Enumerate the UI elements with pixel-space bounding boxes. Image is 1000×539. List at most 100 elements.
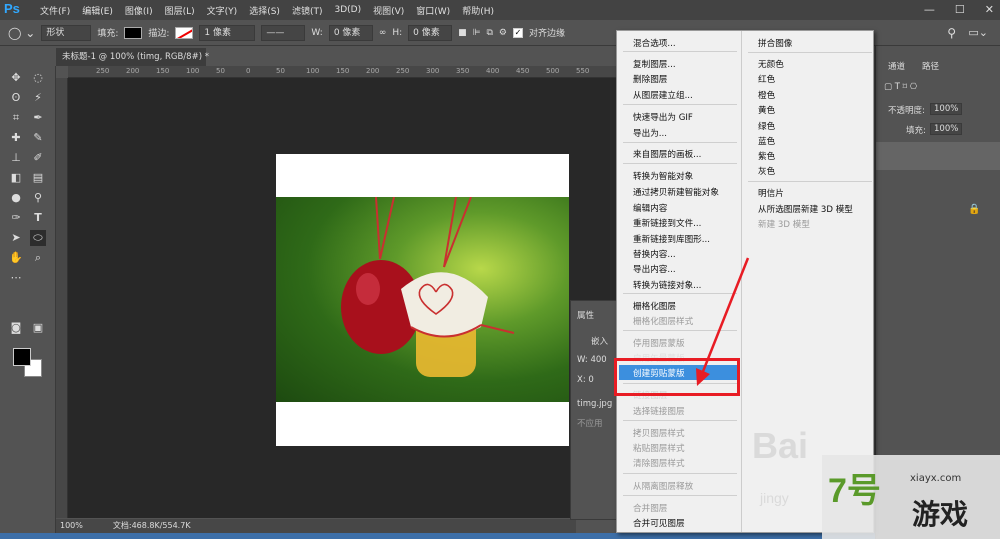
menu-item-color-violet[interactable]: 紫色 (758, 150, 775, 162)
document-canvas[interactable] (276, 154, 569, 446)
foreground-color-swatch[interactable] (13, 348, 31, 366)
menu-item-rasterize-layer[interactable]: 栅格化图层 (633, 300, 676, 312)
opacity-input[interactable]: 100% (930, 103, 963, 115)
blur-tool-icon[interactable]: ● (8, 190, 24, 206)
stroke-type-select[interactable]: —— (261, 24, 306, 41)
x-field[interactable]: X: 0 (577, 375, 594, 385)
menu-window[interactable]: 窗口(W) (410, 4, 456, 17)
gradient-tool-icon[interactable]: ▤ (30, 170, 46, 186)
menu-item-color-blue[interactable]: 蓝色 (758, 135, 775, 147)
history-brush-icon[interactable]: ✐ (30, 150, 46, 166)
healing-brush-icon[interactable]: ✚ (8, 130, 24, 146)
close-icon[interactable]: ✕ (985, 3, 994, 16)
height-input[interactable]: 0 像素 (408, 24, 453, 41)
maximize-icon[interactable]: ☐ (955, 3, 965, 16)
menu-item-postcard[interactable]: 明信片 (758, 187, 784, 199)
menu-help[interactable]: 帮助(H) (456, 4, 500, 17)
hand-tool-icon[interactable]: ✋ (8, 250, 24, 266)
quick-mask-icon[interactable]: ◙ (8, 320, 24, 336)
ellipse-tool-icon[interactable]: ⬭ (30, 230, 46, 246)
menu-item-select-linked: 选择链接图层 (633, 407, 685, 417)
path-alignment-icon[interactable]: ⊫ (473, 28, 481, 38)
path-operations-icon[interactable]: ■ (458, 28, 467, 38)
menu-item-convert-smart-object[interactable]: 转换为智能对象 (633, 170, 693, 182)
menu-file[interactable]: 文件(F) (34, 4, 76, 17)
menu-item-delete-layer[interactable]: 删除图层 (633, 73, 667, 85)
ruler-tick-label: 350 (456, 67, 470, 75)
menu-item-export-contents[interactable]: 导出内容... (633, 263, 676, 275)
path-select-icon[interactable]: ➤ (8, 230, 24, 246)
clone-stamp-icon[interactable]: ⊥ (8, 150, 24, 166)
eraser-tool-icon[interactable]: ◧ (8, 170, 24, 186)
menu-separator (623, 473, 737, 474)
menu-item-edit-contents[interactable]: 编辑内容 (633, 202, 667, 214)
menu-item-copy-style: 拷贝图层样式 (633, 429, 685, 439)
selected-layer-row[interactable] (876, 142, 1000, 170)
more-tools-icon[interactable]: ⋯ (8, 270, 24, 286)
menu-item-merge-visible[interactable]: 合并可见图层 (633, 517, 685, 529)
align-edges-checkbox[interactable]: ✓ (513, 27, 523, 38)
menu-item-quick-export-gif[interactable]: 快速导出为 GIF (633, 111, 693, 123)
type-tool-icon[interactable]: T (30, 210, 46, 226)
workspace-icon[interactable]: ▭⌄ (968, 26, 988, 39)
brush-tool-icon[interactable]: ✎ (30, 130, 46, 146)
menu-item-export-as[interactable]: 导出为... (633, 127, 667, 139)
menu-item-duplicate-layer[interactable]: 复制图层... (633, 58, 676, 70)
screen-mode-icon[interactable]: ▣ (30, 320, 46, 336)
menu-item-color-yellow[interactable]: 黄色 (758, 104, 775, 116)
fill-swatch[interactable] (124, 26, 143, 39)
menu-item-clear-style: 清除图层样式 (633, 459, 685, 469)
tab-channels[interactable]: 通道 (888, 60, 905, 72)
pen-tool-icon[interactable]: ✑ (8, 210, 24, 226)
menu-item-convert-linked[interactable]: 转换为链接对象... (633, 279, 701, 291)
stroke-swatch[interactable] (175, 26, 194, 39)
menu-item-color-none[interactable]: 无颜色 (758, 58, 784, 70)
tab-paths[interactable]: 路径 (922, 60, 939, 72)
document-tab[interactable]: 未标题-1 @ 100% (timg, RGB/8#) * (56, 48, 209, 66)
menu-item-color-orange[interactable]: 橙色 (758, 89, 775, 101)
fill-input[interactable]: 100% (930, 123, 963, 135)
link-icon[interactable]: ∞ (379, 28, 387, 38)
menu-select[interactable]: 选择(S) (243, 4, 286, 17)
menu-item-new-3d-from-selected[interactable]: 从所选图层新建 3D 模型 (758, 203, 853, 215)
stroke-width-input[interactable]: 1 像素 (199, 24, 256, 41)
menu-item-relink-to-file[interactable]: 重新链接到文件... (633, 217, 701, 229)
menu-filter[interactable]: 滤镜(T) (286, 4, 329, 17)
zoom-tool-icon[interactable]: ⌕ (30, 250, 46, 266)
marquee-tool-icon[interactable]: ◌ (30, 70, 46, 86)
lasso-tool-icon[interactable]: ʘ (8, 90, 24, 106)
move-tool-icon[interactable]: ✥ (8, 70, 24, 86)
crop-tool-icon[interactable]: ⌗ (8, 110, 24, 126)
menu-item-relink-to-library[interactable]: 重新链接到库图形... (633, 233, 710, 245)
menu-image[interactable]: 图像(I) (119, 4, 159, 17)
menu-item-blending-options[interactable]: 混合选项... (633, 37, 676, 49)
menu-3d[interactable]: 3D(D) (328, 5, 367, 15)
menu-item-color-green[interactable]: 绿色 (758, 120, 775, 132)
menu-layer[interactable]: 图层(L) (159, 4, 201, 17)
search-icon[interactable]: ⚲ (947, 26, 956, 40)
apply-button[interactable]: 不应用 (577, 417, 603, 429)
minimize-icon[interactable]: — (924, 3, 935, 16)
fill-label: 填充: (906, 126, 926, 136)
menu-item-flatten-image[interactable]: 拼合图像 (758, 37, 792, 49)
width-input[interactable]: 0 像素 (328, 24, 373, 41)
gear-icon[interactable]: ⚙ (499, 28, 507, 38)
menu-item-color-red[interactable]: 红色 (758, 73, 775, 85)
menu-item-color-gray[interactable]: 灰色 (758, 165, 775, 177)
layer-filter-icons[interactable]: ▢ T ⌑ ⎔ (884, 82, 917, 92)
magic-wand-icon[interactable]: ⚡ (30, 90, 46, 106)
menu-view[interactable]: 视图(V) (367, 4, 410, 17)
menu-type[interactable]: 文字(Y) (201, 4, 244, 17)
menu-item-replace-contents[interactable]: 替换内容... (633, 248, 676, 260)
menu-item-group-from-layers[interactable]: 从图层建立组... (633, 89, 693, 101)
width-field[interactable]: W: 400 (577, 355, 607, 365)
menu-item-artboard-from-layers[interactable]: 来自图层的画板... (633, 148, 701, 160)
menu-item-new-smart-object-via-copy[interactable]: 通过拷贝新建智能对象 (633, 186, 719, 198)
ellipse-tool-preset-icon[interactable]: ◯ ⌄ (8, 26, 35, 40)
zoom-level[interactable]: 100% (60, 519, 83, 533)
path-arrangement-icon[interactable]: ⧉ (486, 28, 492, 38)
menu-edit[interactable]: 编辑(E) (76, 4, 119, 17)
eyedropper-icon[interactable]: ✒ (30, 110, 46, 126)
dodge-tool-icon[interactable]: ⚲ (30, 190, 46, 206)
tool-mode-select[interactable]: 形状 (41, 24, 92, 41)
